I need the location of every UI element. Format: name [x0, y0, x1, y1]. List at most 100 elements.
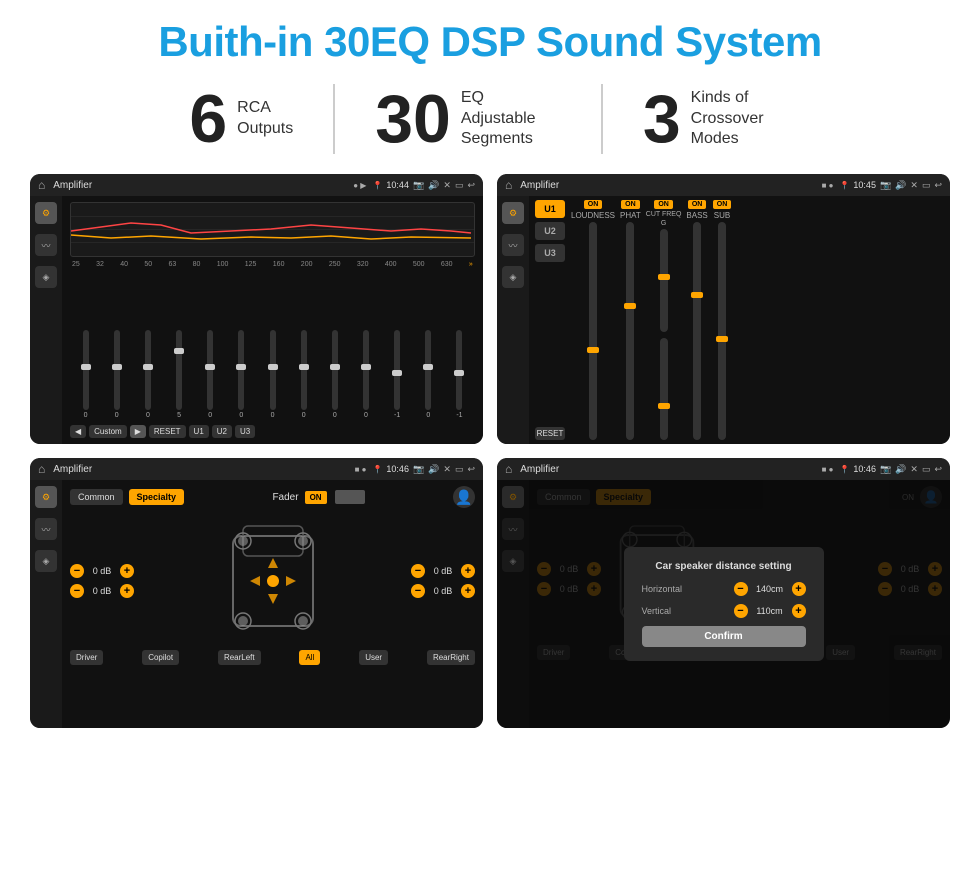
crossover-sidebar-icon-3[interactable]: ◈ [502, 266, 524, 288]
location-icon-2: 📍 [839, 181, 849, 190]
vertical-plus-btn[interactable]: + [792, 604, 806, 618]
fl-plus-btn[interactable]: + [120, 564, 134, 578]
bass-thumb[interactable] [691, 292, 703, 298]
u1-btn[interactable]: U1 [535, 200, 565, 218]
eq-thumb-4[interactable] [205, 364, 215, 370]
eq-thumb-3[interactable] [174, 348, 184, 354]
eq-track-5[interactable] [238, 330, 244, 410]
fader-sidebar-icon-1[interactable]: ⚙ [35, 486, 57, 508]
cutfreq-slider2[interactable] [660, 338, 668, 441]
cutfreq-on[interactable]: ON [654, 200, 673, 209]
confirm-button[interactable]: Confirm [642, 626, 806, 647]
loudness-slider[interactable] [589, 222, 597, 440]
fr-plus-btn[interactable]: + [461, 564, 475, 578]
eq-thumb-10[interactable] [392, 370, 402, 376]
copilot-btn[interactable]: Copilot [142, 650, 179, 665]
fader-on-toggle[interactable]: ON [305, 491, 327, 504]
home-icon-3: ⌂ [38, 462, 45, 476]
eq-track-2[interactable] [145, 330, 151, 410]
eq-track-6[interactable] [270, 330, 276, 410]
eq-thumb-5[interactable] [236, 364, 246, 370]
dialog-status-dot: ■ ● [822, 465, 834, 474]
fl-minus-btn[interactable]: − [70, 564, 84, 578]
sub-on[interactable]: ON [713, 200, 732, 209]
rr-minus-btn[interactable]: − [411, 584, 425, 598]
eq-track-10[interactable] [394, 330, 400, 410]
reset-btn-crossover[interactable]: RESET [535, 427, 565, 440]
eq-u2-btn[interactable]: U2 [212, 425, 232, 438]
vertical-minus-btn[interactable]: − [734, 604, 748, 618]
fader-sidebar-icon-2[interactable]: 〰 [35, 518, 57, 540]
u2-btn[interactable]: U2 [535, 222, 565, 240]
fader-sidebar-icon-3[interactable]: ◈ [35, 550, 57, 572]
eq-thumb-12[interactable] [454, 370, 464, 376]
phat-thumb[interactable] [624, 303, 636, 309]
crossover-reset-btn[interactable]: RESET [535, 427, 565, 440]
eq-thumb-7[interactable] [299, 364, 309, 370]
eq-track-4[interactable] [207, 330, 213, 410]
eq-sidebar-icon-3[interactable]: ◈ [35, 266, 57, 288]
driver-btn[interactable]: Driver [70, 650, 103, 665]
eq-slider-11: 0 [415, 330, 442, 419]
eq-slider-3: 5 [165, 330, 192, 419]
eq-thumb-0[interactable] [81, 364, 91, 370]
eq-track-1[interactable] [114, 330, 120, 410]
rl-plus-btn[interactable]: + [120, 584, 134, 598]
fader-status-bar: ⌂ Amplifier ■ ● 📍 10:46 📷 🔊 ✕ ▭ ↩ [30, 458, 483, 480]
rearleft-btn[interactable]: RearLeft [218, 650, 261, 665]
eq-thumb-8[interactable] [330, 364, 340, 370]
eq-sidebar-icon-1[interactable]: ⚙ [35, 202, 57, 224]
eq-slider-2: 0 [134, 330, 161, 419]
u3-btn[interactable]: U3 [535, 244, 565, 262]
eq-reset-btn[interactable]: RESET [149, 425, 186, 438]
fader-slider-bar[interactable] [335, 490, 365, 504]
eq-thumb-9[interactable] [361, 364, 371, 370]
cutfreq-thumb[interactable] [658, 274, 670, 280]
eq-track-0[interactable] [83, 330, 89, 410]
eq-play-btn[interactable]: ▶ [130, 425, 146, 438]
window-icon-1: ▭ [455, 180, 464, 191]
loudness-thumb[interactable] [587, 347, 599, 353]
rearright-btn[interactable]: RearRight [427, 650, 475, 665]
eq-thumb-1[interactable] [112, 364, 122, 370]
crossover-sidebar-icon-1[interactable]: ⚙ [502, 202, 524, 224]
phat-on[interactable]: ON [621, 200, 640, 209]
fader-time: 10:46 [386, 464, 409, 474]
crossover-sidebar-icon-2[interactable]: 〰 [502, 234, 524, 256]
fr-minus-btn[interactable]: − [411, 564, 425, 578]
eq-u3-btn[interactable]: U3 [235, 425, 255, 438]
bass-on[interactable]: ON [688, 200, 707, 209]
eq-prev-btn[interactable]: ◀ [70, 425, 86, 438]
eq-main-area: 25 32 40 50 63 80 100 125 160 200 250 32… [62, 196, 483, 444]
eq-track-7[interactable] [301, 330, 307, 410]
eq-sidebar-icon-2[interactable]: 〰 [35, 234, 57, 256]
eq-thumb-2[interactable] [143, 364, 153, 370]
eq-track-9[interactable] [363, 330, 369, 410]
bass-slider[interactable] [693, 222, 701, 440]
common-mode-btn[interactable]: Common [70, 489, 123, 505]
eq-status-dot: ● ▶ [353, 181, 366, 190]
eq-track-12[interactable] [456, 330, 462, 410]
user-btn[interactable]: User [359, 650, 388, 665]
eq-track-3[interactable] [176, 330, 182, 410]
eq-track-11[interactable] [425, 330, 431, 410]
sub-slider[interactable] [718, 222, 726, 440]
horizontal-plus-btn[interactable]: + [792, 582, 806, 596]
cutfreq-thumb2[interactable] [658, 403, 670, 409]
eq-thumb-6[interactable] [268, 364, 278, 370]
phat-slider[interactable] [626, 222, 634, 440]
loudness-on[interactable]: ON [584, 200, 603, 209]
sub-thumb[interactable] [716, 336, 728, 342]
all-btn[interactable]: All [299, 650, 320, 665]
rl-minus-btn[interactable]: − [70, 584, 84, 598]
specialty-mode-btn[interactable]: Specialty [129, 489, 185, 505]
rr-plus-btn[interactable]: + [461, 584, 475, 598]
horizontal-minus-btn[interactable]: − [734, 582, 748, 596]
eq-track-8[interactable] [332, 330, 338, 410]
eq-u1-btn[interactable]: U1 [189, 425, 209, 438]
cutfreq-slider[interactable] [660, 229, 668, 332]
camera-icon-2: 📷 [880, 180, 891, 191]
car-svg [218, 516, 328, 646]
crossover-time: 10:45 [853, 180, 876, 190]
eq-thumb-11[interactable] [423, 364, 433, 370]
